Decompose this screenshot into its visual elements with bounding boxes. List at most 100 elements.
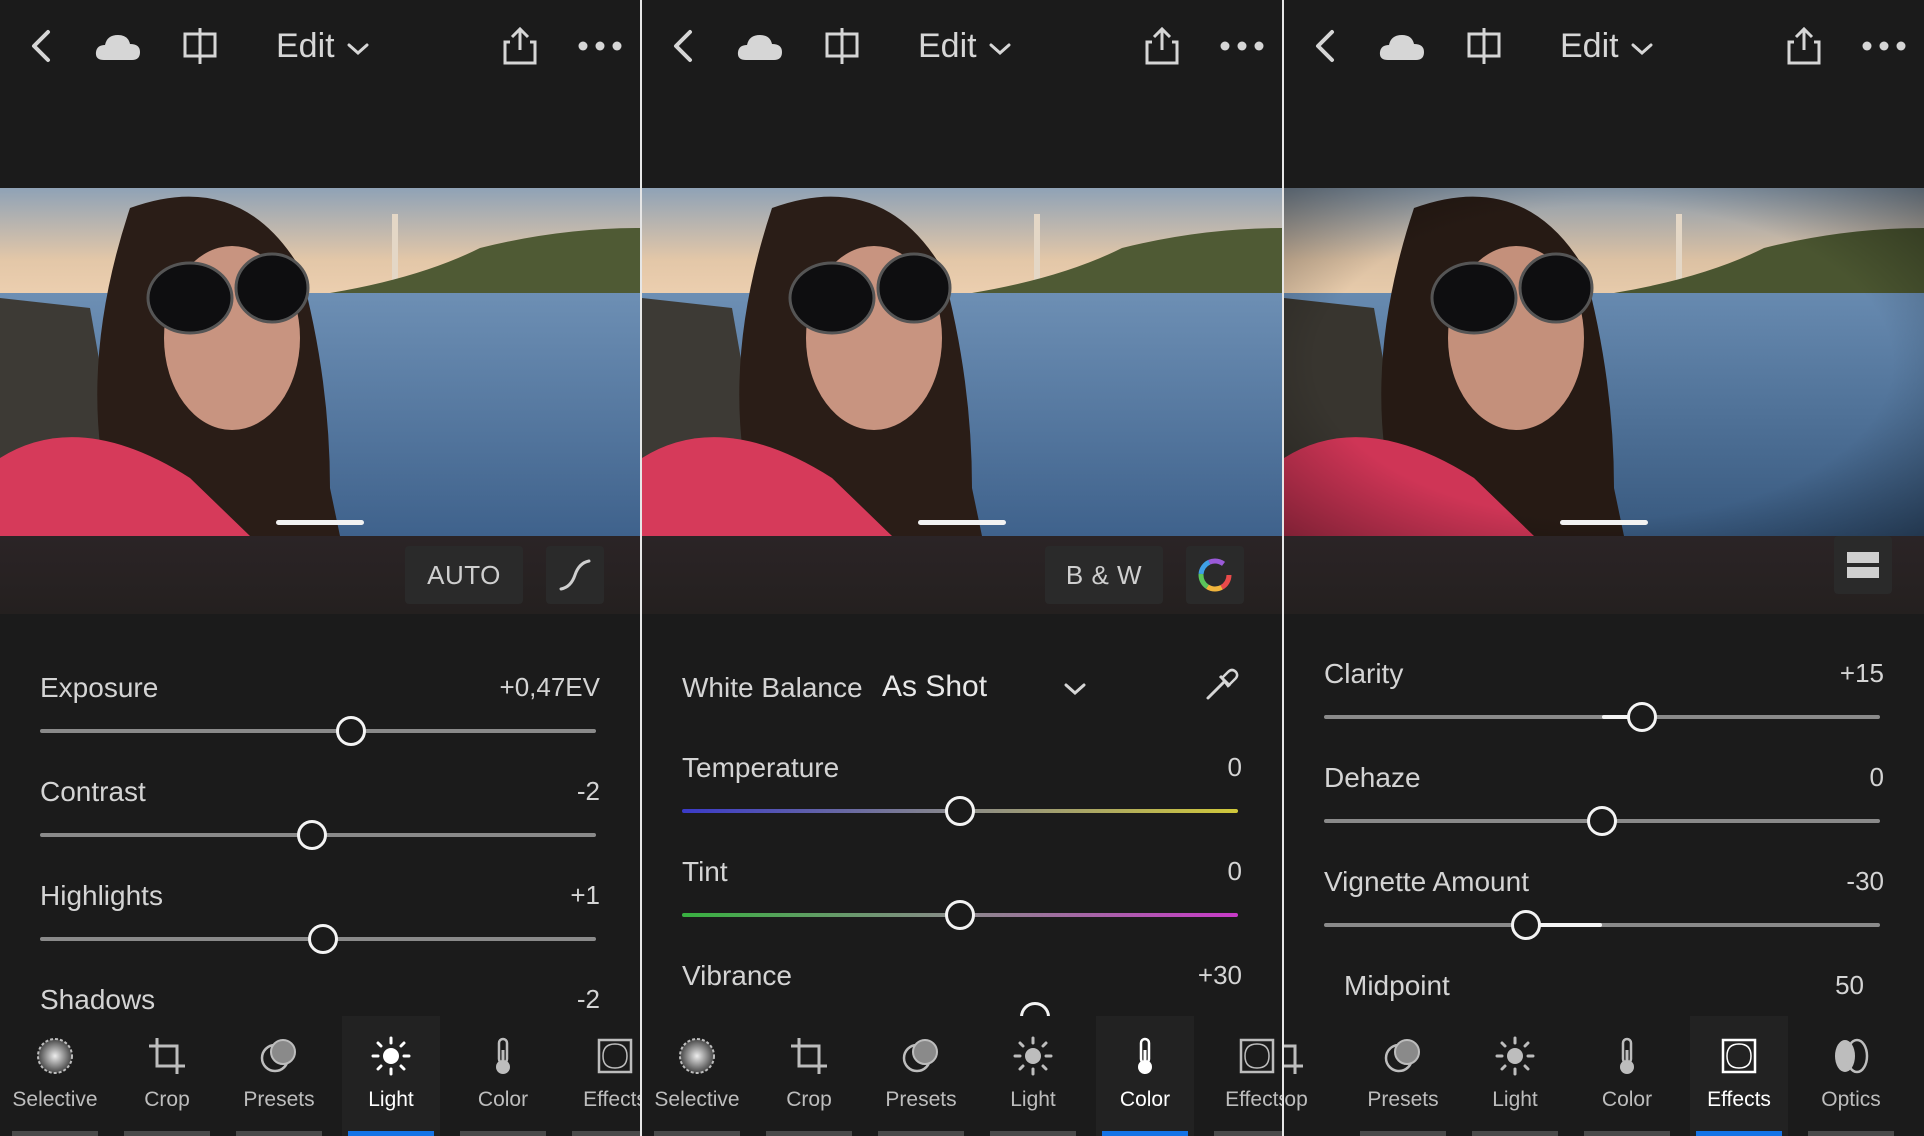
share-button[interactable] [500, 22, 540, 70]
tab-crop[interactable]: Crop [118, 1016, 216, 1136]
compare-button[interactable] [1464, 22, 1504, 70]
presets-icon [260, 1039, 296, 1073]
tab-label: Light [1492, 1088, 1538, 1111]
photo-drag-handle[interactable] [918, 520, 1006, 525]
color-mix-button[interactable] [1186, 546, 1244, 604]
more-button[interactable] [1220, 22, 1264, 70]
tab-color[interactable]: Color [1578, 1016, 1676, 1136]
tab-presets[interactable]: Presets [230, 1016, 328, 1136]
crop-icon [149, 1038, 185, 1074]
slider-thumb[interactable] [297, 820, 327, 850]
tab-effects[interactable]: Effects [1208, 1016, 1282, 1136]
cloud-sync-button[interactable] [92, 22, 144, 70]
slider-thumb[interactable] [336, 716, 366, 746]
back-button[interactable] [22, 22, 60, 70]
slider-thumb[interactable] [945, 796, 975, 826]
white-balance-label: White Balance [682, 672, 863, 703]
effects-icon [597, 1038, 633, 1074]
tab-effects[interactable]: Effects [566, 1016, 640, 1136]
tab-light[interactable]: Light [984, 1016, 1082, 1136]
tab-label: Presets [243, 1088, 315, 1111]
tone-curve-button[interactable] [546, 546, 604, 604]
white-balance-value[interactable]: As Shot [882, 670, 987, 704]
edit-menu[interactable]: Edit [918, 22, 1011, 70]
tab-label: Presets [885, 1088, 957, 1111]
tool-band: B & W [642, 536, 1282, 614]
slider-value: -2 [576, 984, 600, 1014]
cloud-icon [1379, 35, 1424, 60]
effects-icon [1239, 1038, 1275, 1074]
compare-button[interactable] [822, 22, 862, 70]
tab-label: Light [1010, 1088, 1056, 1111]
share-button[interactable] [1142, 22, 1182, 70]
share-icon [503, 26, 537, 65]
tab-crop[interactable]: Crop [760, 1016, 858, 1136]
optics-icon [1835, 1038, 1869, 1074]
tab-label: Light [368, 1088, 414, 1111]
more-button[interactable] [1862, 22, 1906, 70]
edit-label: Edit [918, 26, 977, 65]
tab-label: Optics [1821, 1088, 1881, 1111]
eyedropper-icon[interactable] [1202, 666, 1240, 704]
tab-selective[interactable]: Selective [6, 1016, 104, 1136]
edit-panel-color: Edit B & W White Balance As Shot Tempera… [642, 0, 1282, 1136]
tab-effects[interactable]: Effects [1690, 1016, 1788, 1136]
slider-thumb[interactable] [308, 924, 338, 954]
tab-color[interactable]: Color [1096, 1016, 1194, 1136]
slider-track[interactable] [1324, 923, 1880, 927]
tab-label: Effects [583, 1088, 640, 1111]
slider-thumb[interactable] [945, 900, 975, 930]
more-button[interactable] [578, 22, 622, 70]
tab-presets[interactable]: Presets [1354, 1016, 1452, 1136]
slider-label: Dehaze [1324, 762, 1421, 793]
thermometer-icon [1138, 1037, 1152, 1074]
cloud-sync-button[interactable] [1376, 22, 1428, 70]
share-icon [1787, 26, 1821, 65]
tab-light[interactable]: Light [342, 1016, 440, 1136]
slider-value: +0,47EV [499, 672, 600, 702]
tab-label: Color [477, 1088, 529, 1111]
slider-label: Tint [682, 856, 728, 887]
profile-icon [1847, 552, 1879, 578]
thermometer-icon [496, 1037, 510, 1074]
photo-drag-handle[interactable] [276, 520, 364, 525]
tool-band: AUTO [0, 536, 640, 614]
compare-button[interactable] [180, 22, 220, 70]
slider-value: +15 [1839, 658, 1884, 688]
back-button[interactable] [664, 22, 702, 70]
profile-button[interactable] [1834, 536, 1892, 594]
compare-icon [183, 28, 217, 64]
slider-label: Vignette Amount [1324, 866, 1529, 897]
back-chevron-icon [32, 30, 50, 62]
tab-crop[interactable]: Crop [1284, 1016, 1334, 1136]
tab-label: Color [1601, 1088, 1653, 1111]
photo-preview[interactable] [642, 188, 1282, 536]
share-button[interactable] [1784, 22, 1824, 70]
tab-label: Crop [144, 1088, 190, 1111]
slider-thumb[interactable] [1587, 806, 1617, 836]
slider-thumb[interactable] [1627, 702, 1657, 732]
black-white-button[interactable]: B & W [1045, 546, 1163, 604]
photo-drag-handle[interactable] [1560, 520, 1648, 525]
edit-menu[interactable]: Edit [1560, 22, 1653, 70]
edit-menu[interactable]: Edit [276, 22, 369, 70]
photo-preview[interactable] [0, 188, 640, 536]
tab-presets[interactable]: Presets [872, 1016, 970, 1136]
tab-label: Crop [786, 1088, 832, 1111]
slider-thumb[interactable] [1511, 910, 1541, 940]
tab-light[interactable]: Light [1466, 1016, 1564, 1136]
tab-selective[interactable]: Selective [648, 1016, 746, 1136]
chevron-down-icon [347, 43, 369, 56]
photo-preview[interactable] [1284, 188, 1924, 536]
back-button[interactable] [1306, 22, 1344, 70]
color-mix-icon [1198, 558, 1232, 592]
chevron-down-icon[interactable] [1064, 682, 1086, 696]
slider-track[interactable] [40, 729, 596, 733]
more-icon [1862, 41, 1906, 51]
auto-button[interactable]: AUTO [405, 546, 523, 604]
tab-color[interactable]: Color [454, 1016, 552, 1136]
cloud-sync-button[interactable] [734, 22, 786, 70]
tool-band [1284, 536, 1924, 614]
light-icon [1013, 1036, 1053, 1076]
tab-optics[interactable]: Optics [1802, 1016, 1900, 1136]
